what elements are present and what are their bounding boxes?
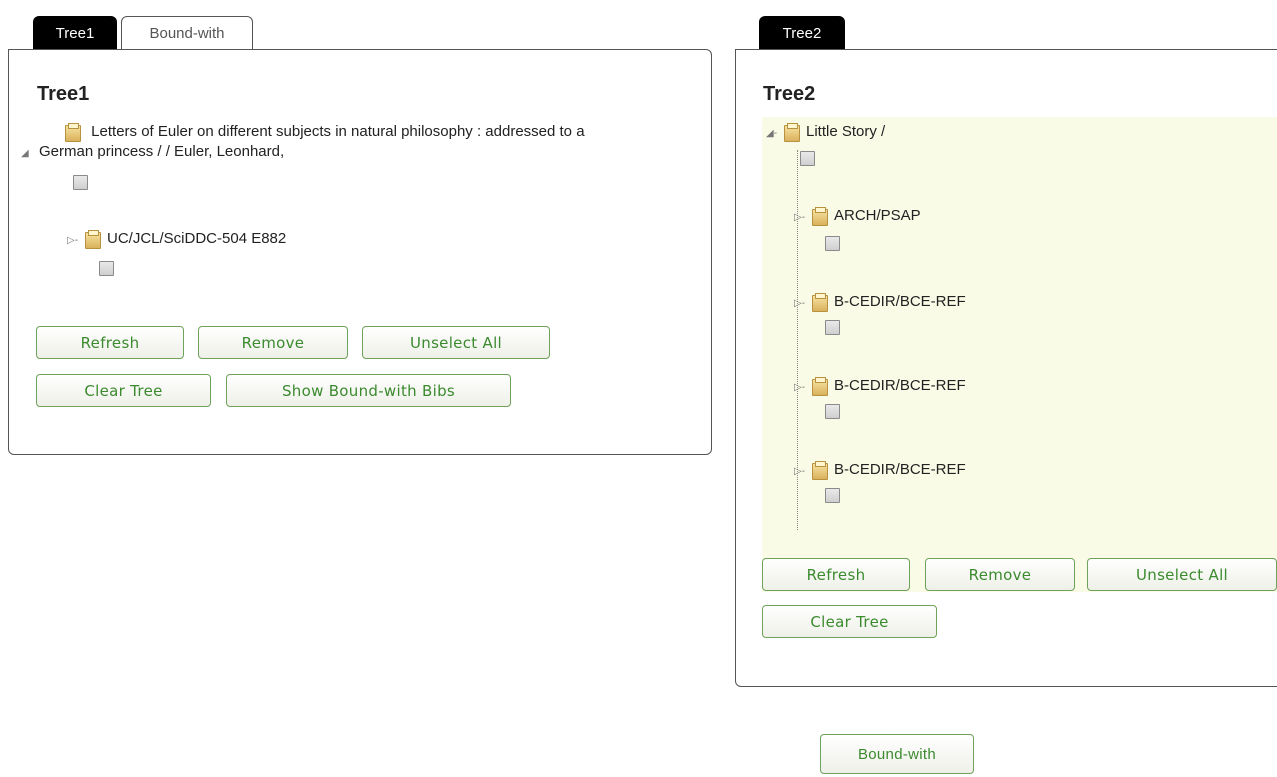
tree1-root-node[interactable]: Letters of Euler on different subjects i… <box>65 123 585 143</box>
tree2-child-label: B-CEDIR/BCE-REF <box>834 461 966 478</box>
collapse-toggle-icon[interactable]: ◢- <box>766 128 784 142</box>
bound-with-button[interactable]: Bound-with <box>820 734 974 774</box>
tree2-unselect-all-button[interactable]: Unselect All <box>1087 558 1277 591</box>
expand-toggle-icon[interactable]: ▷- <box>794 212 812 226</box>
tree2-root-checkbox[interactable] <box>800 151 815 166</box>
tree2-child-node[interactable]: ▷- ARCH/PSAP <box>794 207 921 227</box>
tab-tree1[interactable]: Tree1 <box>33 16 117 50</box>
tree2-panel: Tree2 ◢- Little Story / ▷- ARCH/PSAP ▷- B-C… <box>735 49 1277 687</box>
folder-icon <box>812 461 828 481</box>
tree2-title: Tree2 <box>763 83 816 105</box>
folder-icon <box>85 230 101 250</box>
tree1-title: Tree1 <box>37 83 90 105</box>
tree2-child-node[interactable]: ▷- B-CEDIR/BCE-REF <box>794 461 966 481</box>
collapse-toggle-icon[interactable]: ◢ <box>21 148 39 162</box>
tree2-refresh-button[interactable]: Refresh <box>762 558 910 591</box>
tree2-child-label: B-CEDIR/BCE-REF <box>834 377 966 394</box>
tree2-remove-button[interactable]: Remove <box>925 558 1075 591</box>
tree2-child-checkbox[interactable] <box>825 236 840 251</box>
tree1-child-node[interactable]: ▷- UC/JCL/SciDDC-504 E882 <box>67 230 287 250</box>
tree1-refresh-button[interactable]: Refresh <box>36 326 184 359</box>
tree1-child-checkbox[interactable] <box>99 261 114 276</box>
tree1-child-label: UC/JCL/SciDDC-504 E882 <box>107 230 287 247</box>
folder-icon <box>65 123 81 143</box>
expand-toggle-icon[interactable]: ▷- <box>794 382 812 396</box>
folder-icon <box>812 293 828 313</box>
tree1-root-checkbox[interactable] <box>73 175 88 190</box>
tree2-child-node[interactable]: ▷- B-CEDIR/BCE-REF <box>794 377 966 397</box>
show-bound-with-bibs-button[interactable]: Show Bound-with Bibs <box>226 374 511 407</box>
tree2-child-checkbox[interactable] <box>825 488 840 503</box>
tree1-root-label-line2: German princess / / Euler, Leonhard, <box>39 143 285 160</box>
tree2-root-node[interactable]: ◢- Little Story / <box>766 123 886 143</box>
expand-toggle-icon[interactable]: ▷- <box>67 235 85 249</box>
tree2-child-node[interactable]: ▷- B-CEDIR/BCE-REF <box>794 293 966 313</box>
folder-icon <box>812 377 828 397</box>
tree2-root-label: Little Story / <box>806 123 886 140</box>
tree1-unselect-all-button[interactable]: Unselect All <box>362 326 550 359</box>
tree2-child-label: ARCH/PSAP <box>834 207 921 224</box>
tree1-root-label-line1: Letters of Euler on different subjects i… <box>91 123 585 140</box>
tree2-clear-tree-button[interactable]: Clear Tree <box>762 605 937 638</box>
tree2-tree-area <box>762 117 1277 592</box>
tree2-child-checkbox[interactable] <box>825 320 840 335</box>
tree2-child-checkbox[interactable] <box>825 404 840 419</box>
tree1-root-node-cont[interactable]: ◢ German princess / / Euler, Leonhard, <box>21 143 284 162</box>
tree1-remove-button[interactable]: Remove <box>198 326 348 359</box>
tab-bound-with[interactable]: Bound-with <box>121 16 253 50</box>
expand-toggle-icon[interactable]: ▷- <box>794 466 812 480</box>
tree1-clear-tree-button[interactable]: Clear Tree <box>36 374 211 407</box>
folder-icon <box>784 123 800 143</box>
folder-icon <box>812 207 828 227</box>
tree1-panel: Tree1 Letters of Euler on different subj… <box>8 49 712 455</box>
tab-tree2[interactable]: Tree2 <box>759 16 845 50</box>
expand-toggle-icon[interactable]: ▷- <box>794 298 812 312</box>
tree2-child-label: B-CEDIR/BCE-REF <box>834 293 966 310</box>
